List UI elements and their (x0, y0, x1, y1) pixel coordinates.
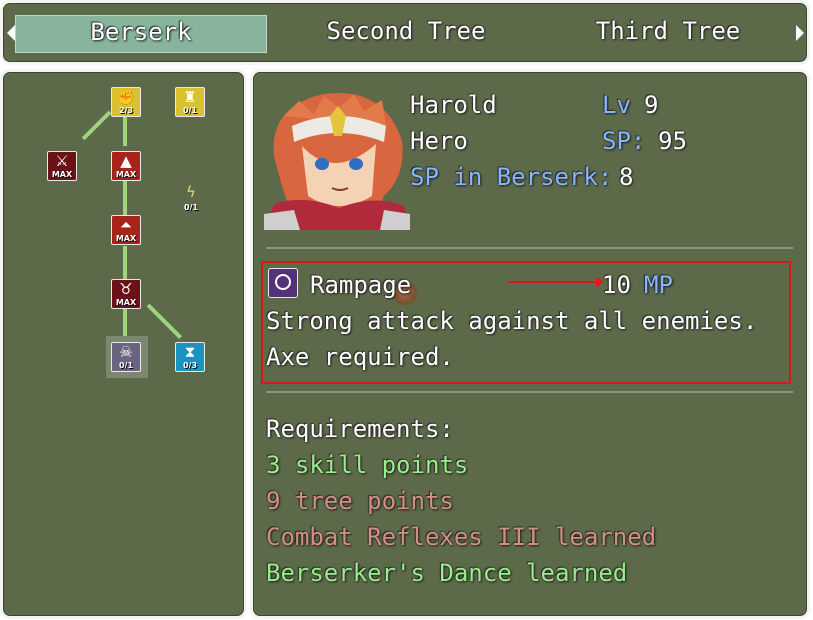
skill-node-count: 0/3 (182, 361, 198, 370)
skill-node-rampage[interactable]: ☠ 0/1 (111, 342, 141, 372)
tree-connector (123, 181, 127, 215)
requirement-item: 3 skill points (266, 451, 469, 479)
skill-node-horned-helmet[interactable]: ♉ MAX (111, 279, 141, 309)
tab-third-tree-label: Third Tree (595, 17, 741, 45)
level-label: Lv (602, 91, 631, 119)
hourglass-icon: ⧗ (184, 343, 196, 361)
tree-connector (123, 246, 127, 279)
skill-node-hourglass[interactable]: ⧗ 0/3 (175, 342, 205, 372)
level-value: 9 (644, 91, 659, 119)
tab-second-tree[interactable]: Second Tree (281, 15, 531, 53)
skill-node-count: MAX (115, 298, 137, 307)
section-divider (266, 391, 793, 393)
tab-berserk-label: Berserk (90, 18, 192, 46)
fist-icon: ✊ (116, 88, 136, 106)
skill-node-chevron-up[interactable]: ▲ MAX (111, 151, 141, 181)
tab-berserk[interactable]: Berserk (15, 15, 267, 53)
annotation-highlight-box (261, 261, 791, 384)
double-chevron-up-icon: ⏶ (119, 216, 132, 234)
tab-second-tree-label: Second Tree (326, 17, 486, 45)
skill-node-count: 0/1 (118, 361, 134, 370)
tree-sp-value: 8 (619, 163, 634, 191)
skill-node-count: MAX (115, 234, 137, 243)
tab-left-arrow-icon[interactable] (7, 25, 15, 41)
sword-strike-icon: ⚔ (55, 152, 69, 170)
requirement-item: Combat Reflexes III learned (266, 523, 657, 551)
requirement-item: 9 tree points (266, 487, 454, 515)
tree-sp-label: SP in Berserk: (410, 163, 613, 191)
trophy-icon: ♜ (183, 88, 197, 106)
actor-portrait (264, 86, 410, 230)
skill-node-count: MAX (51, 170, 73, 179)
tree-connector (123, 116, 127, 146)
section-divider (266, 247, 793, 249)
skull-icon: ☠ (119, 343, 133, 361)
skill-node-lightning[interactable]: ϟ 0/1 (175, 183, 207, 213)
actor-name: Harold (410, 91, 497, 119)
skill-node-count: 0/1 (183, 203, 199, 212)
requirement-item: Berserker's Dance learned (266, 559, 628, 587)
tab-third-tree[interactable]: Third Tree (543, 15, 793, 53)
annotation-arrow (508, 277, 604, 287)
single-chevron-up-icon: ▲ (120, 152, 132, 170)
actor-class: Hero (410, 127, 468, 155)
horned-helmet-icon: ♉ (119, 280, 133, 298)
skill-node-fist[interactable]: ✊ 2/3 (111, 87, 141, 117)
tree-connector (123, 309, 127, 339)
skill-node-count: 2/3 (118, 106, 134, 115)
sp-value: 95 (658, 127, 687, 155)
skill-node-double-chevron[interactable]: ⏶ MAX (111, 215, 141, 245)
tree-tab-window: Berserk Second Tree Third Tree (0, 0, 810, 65)
sp-label: SP: (602, 127, 646, 155)
tab-right-arrow-icon[interactable] (796, 25, 804, 41)
skill-node-trophy[interactable]: ♜ 0/1 (175, 87, 205, 117)
requirements-title: Requirements: (266, 415, 454, 443)
skill-node-count: 0/1 (182, 106, 198, 115)
skill-node-count: MAX (115, 170, 137, 179)
skill-node-sword-strike[interactable]: ⚔ MAX (47, 151, 77, 181)
lightning-icon: ϟ (186, 183, 196, 201)
